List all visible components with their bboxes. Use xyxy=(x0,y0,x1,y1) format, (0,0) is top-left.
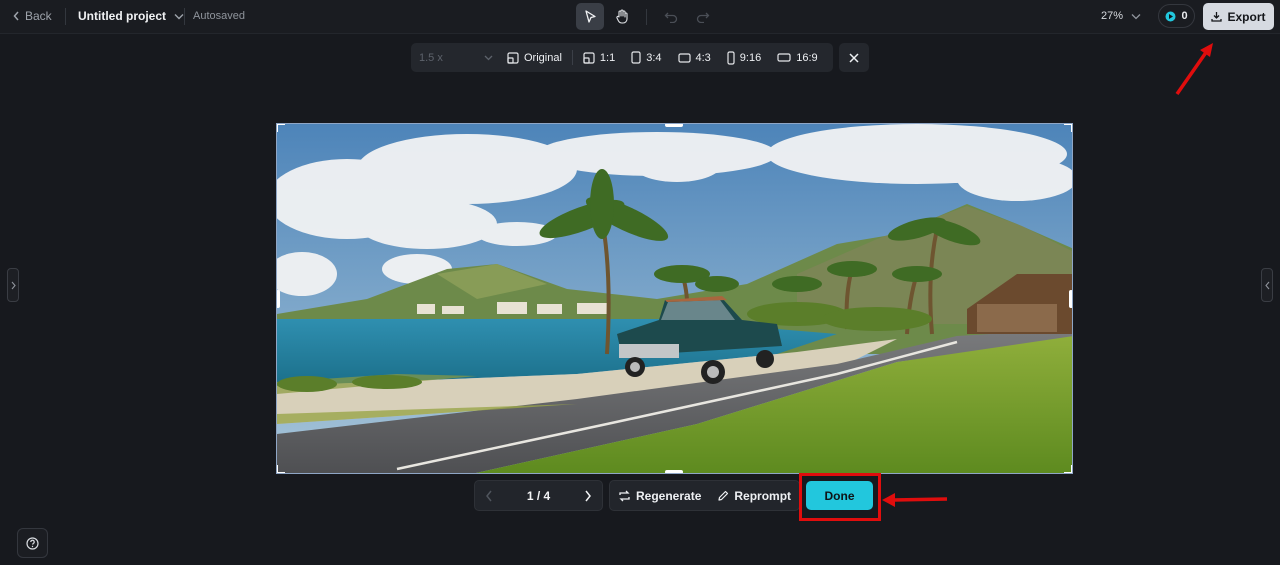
redo-button[interactable] xyxy=(689,3,717,30)
project-title-dropdown[interactable]: Untitled project xyxy=(78,9,184,23)
project-title: Untitled project xyxy=(78,9,167,23)
resize-handle-bottom-right[interactable] xyxy=(1064,465,1072,473)
right-panel-toggle[interactable] xyxy=(1261,268,1273,302)
arrow-to-export xyxy=(1175,43,1213,96)
ratio-landscape-icon xyxy=(677,52,691,63)
resize-handle-left[interactable] xyxy=(277,290,280,308)
hand-icon xyxy=(616,9,628,24)
ratio-label: 4:3 xyxy=(695,51,711,64)
close-icon xyxy=(849,52,859,63)
chevron-left-icon xyxy=(1264,281,1269,289)
export-label: Export xyxy=(1227,9,1266,24)
chevron-left-icon xyxy=(13,11,19,21)
arrow-to-done xyxy=(882,493,948,507)
ratio-option-9-16[interactable]: 9:16 xyxy=(719,50,769,65)
resize-handle-top[interactable] xyxy=(665,124,683,127)
prev-page-icon[interactable] xyxy=(485,490,493,502)
ratio-tall-icon xyxy=(727,50,735,65)
divider xyxy=(571,50,573,65)
credit-icon xyxy=(1165,11,1176,21)
back-label: Back xyxy=(25,9,52,23)
next-page-icon[interactable] xyxy=(584,490,592,502)
beach-car-image xyxy=(277,124,1072,473)
reprompt-button[interactable]: Reprompt xyxy=(709,489,799,503)
credits-badge[interactable]: 0 xyxy=(1158,4,1195,28)
close-ratio-button[interactable] xyxy=(839,43,869,72)
chevron-right-icon xyxy=(11,281,16,289)
download-icon xyxy=(1211,12,1223,22)
ratio-option-3-4[interactable]: 3:4 xyxy=(623,51,669,64)
chevron-down-icon xyxy=(484,55,493,60)
pointer-icon xyxy=(584,9,596,23)
undo-button[interactable] xyxy=(657,3,685,30)
resize-handle-top-right[interactable] xyxy=(1064,124,1072,132)
divider xyxy=(184,8,185,25)
chevron-down-icon xyxy=(1131,13,1141,19)
divider xyxy=(646,8,647,25)
zoom-level: 27% xyxy=(1101,10,1124,22)
ratio-label: 3:4 xyxy=(646,51,662,64)
aspect-ratio-toolbar: 1.5 x Original 1:1 3:4 4:3 9:16 16:9 xyxy=(411,43,833,72)
ratio-portrait-icon xyxy=(631,51,641,64)
resize-handle-top-left[interactable] xyxy=(277,124,285,132)
help-icon xyxy=(26,536,39,550)
ratio-label: 16:9 xyxy=(796,51,818,64)
ratio-option-16-9[interactable]: 16:9 xyxy=(769,52,825,64)
divider xyxy=(65,8,66,25)
credits-count: 0 xyxy=(1181,10,1188,22)
save-status: Autosaved xyxy=(193,10,245,22)
ratio-square-icon xyxy=(583,51,595,64)
regenerate-button[interactable]: Regenerate xyxy=(610,489,709,503)
redo-icon xyxy=(696,12,710,23)
resize-handle-right[interactable] xyxy=(1069,290,1072,308)
top-bar: Back Untitled project Autosaved 27% 0 Ex… xyxy=(0,0,1280,34)
select-tool-button[interactable] xyxy=(576,3,604,30)
scale-value: 1.5 x xyxy=(419,51,443,64)
help-button[interactable] xyxy=(17,528,48,558)
back-button[interactable]: Back xyxy=(13,9,52,23)
image-actions: Regenerate Reprompt xyxy=(609,480,800,511)
page-indicator: 1 / 4 xyxy=(526,488,551,503)
undo-icon xyxy=(664,12,678,23)
hand-tool-button[interactable] xyxy=(608,3,636,30)
scale-dropdown[interactable]: 1.5 x xyxy=(419,52,499,64)
ratio-original-icon xyxy=(507,51,519,64)
resize-handle-bottom[interactable] xyxy=(665,470,683,473)
ratio-label: 1:1 xyxy=(599,51,616,64)
ratio-option-1-1[interactable]: 1:1 xyxy=(575,52,623,64)
export-button[interactable]: Export xyxy=(1203,3,1274,30)
annotation-highlight-box xyxy=(799,473,881,521)
canvas-tools xyxy=(576,3,717,30)
variation-pager: 1 / 4 xyxy=(474,480,603,511)
resize-handle-bottom-left[interactable] xyxy=(277,465,285,473)
chevron-down-icon xyxy=(174,13,184,19)
ratio-label: Original xyxy=(524,51,562,64)
left-panel-toggle[interactable] xyxy=(7,268,19,302)
reprompt-label: Reprompt xyxy=(734,488,792,503)
ratio-option-original[interactable]: Original xyxy=(499,52,570,64)
regenerate-label: Regenerate xyxy=(636,488,702,503)
ratio-wide-icon xyxy=(777,53,791,62)
ratio-label: 9:16 xyxy=(739,51,762,64)
ratio-option-4-3[interactable]: 4:3 xyxy=(670,52,719,64)
pencil-icon xyxy=(718,490,729,501)
regenerate-icon xyxy=(619,490,630,501)
zoom-dropdown[interactable]: 27% xyxy=(1101,10,1141,22)
generated-image-canvas[interactable] xyxy=(276,123,1073,474)
